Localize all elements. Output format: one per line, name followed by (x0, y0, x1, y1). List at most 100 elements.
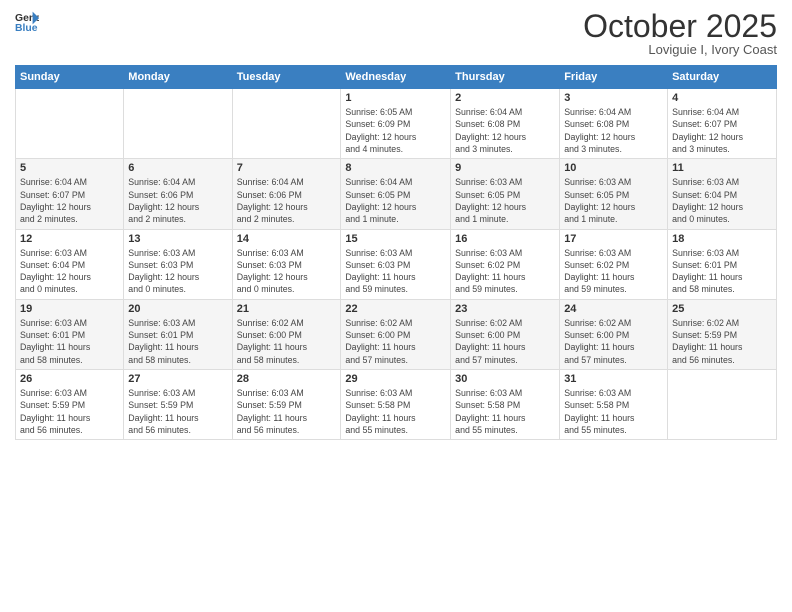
calendar-cell: 7Sunrise: 6:04 AM Sunset: 6:06 PM Daylig… (232, 159, 341, 229)
day-number: 17 (564, 233, 663, 245)
day-detail: Sunrise: 6:03 AM Sunset: 6:05 PM Dayligh… (455, 176, 555, 225)
calendar-cell: 21Sunrise: 6:02 AM Sunset: 6:00 PM Dayli… (232, 299, 341, 369)
calendar-cell: 28Sunrise: 6:03 AM Sunset: 5:59 PM Dayli… (232, 370, 341, 440)
calendar-cell: 29 Sunrise: 6:03 AM Sunset: 5:58 PM Dayli… (341, 370, 451, 440)
calendar-cell: 14 Sunrise: 6:03 AM Sunset: 6:03 PM Dayli… (232, 229, 341, 299)
day-detail: Sunrise: 6:04 AM Sunset: 6:07 PM Dayligh… (672, 106, 772, 155)
day-header-friday: Friday (560, 66, 668, 89)
calendar-week-row: 12 Sunrise: 6:03 AM Sunset: 6:04 PM Dayli… (16, 229, 777, 299)
calendar-header-row: SundayMondayTuesdayWednesdayThursdayFrid… (16, 66, 777, 89)
day-number: 18 (672, 233, 772, 245)
calendar-cell: 30 Sunrise: 6:03 AM Sunset: 5:58 PM Dayli… (451, 370, 560, 440)
day-header-saturday: Saturday (668, 66, 777, 89)
day-number: 25 (672, 303, 772, 315)
calendar-cell: 25 Sunrise: 6:02 AM Sunset: 5:59 PM Dayli… (668, 299, 777, 369)
calendar: SundayMondayTuesdayWednesdayThursdayFrid… (15, 65, 777, 440)
day-number: 14 (237, 233, 337, 245)
day-number: 19 (20, 303, 119, 315)
day-number: 30 (455, 373, 555, 385)
calendar-cell (124, 89, 232, 159)
day-number: 26 (20, 373, 119, 385)
day-detail: Sunrise: 6:03 AM Sunset: 6:04 PM Dayligh… (20, 247, 119, 296)
day-header-tuesday: Tuesday (232, 66, 341, 89)
page-header: General Blue October 2025 Loviguie I, Iv… (15, 10, 777, 57)
day-number: 8 (345, 162, 446, 174)
calendar-cell: 24 Sunrise: 6:02 AM Sunset: 6:00 PM Dayli… (560, 299, 668, 369)
calendar-cell: 18 Sunrise: 6:03 AM Sunset: 6:01 PM Dayli… (668, 229, 777, 299)
day-number: 9 (455, 162, 555, 174)
day-number: 16 (455, 233, 555, 245)
day-number: 15 (345, 233, 446, 245)
day-detail: Sunrise: 6:02 AM Sunset: 6:00 PM Dayligh… (564, 317, 663, 366)
day-number: 29 (345, 373, 446, 385)
day-detail: Sunrise: 6:03 AM Sunset: 6:05 PM Dayligh… (564, 176, 663, 225)
day-header-sunday: Sunday (16, 66, 124, 89)
day-header-thursday: Thursday (451, 66, 560, 89)
day-detail: Sunrise: 6:03 AM Sunset: 5:59 PM Dayligh… (237, 387, 337, 436)
day-number: 23 (455, 303, 555, 315)
day-number: 13 (128, 233, 227, 245)
day-detail: Sunrise: 6:03 AM Sunset: 6:01 PM Dayligh… (672, 247, 772, 296)
logo-icon: General Blue (15, 10, 39, 34)
day-number: 27 (128, 373, 227, 385)
day-number: 1 (345, 92, 446, 104)
day-number: 24 (564, 303, 663, 315)
day-detail: Sunrise: 6:03 AM Sunset: 6:04 PM Dayligh… (672, 176, 772, 225)
day-detail: Sunrise: 6:03 AM Sunset: 5:58 PM Dayligh… (345, 387, 446, 436)
day-number: 10 (564, 162, 663, 174)
day-detail: Sunrise: 6:03 AM Sunset: 5:58 PM Dayligh… (564, 387, 663, 436)
calendar-cell: 26Sunrise: 6:03 AM Sunset: 5:59 PM Dayli… (16, 370, 124, 440)
calendar-cell: 27 Sunrise: 6:03 AM Sunset: 5:59 PM Dayli… (124, 370, 232, 440)
calendar-cell: 22 Sunrise: 6:02 AM Sunset: 6:00 PM Dayli… (341, 299, 451, 369)
day-detail: Sunrise: 6:03 AM Sunset: 6:01 PM Dayligh… (20, 317, 119, 366)
calendar-cell: 3 Sunrise: 6:04 AM Sunset: 6:08 PM Daylig… (560, 89, 668, 159)
calendar-cell: 13Sunrise: 6:03 AM Sunset: 6:03 PM Dayli… (124, 229, 232, 299)
day-number: 20 (128, 303, 227, 315)
title-block: October 2025 Loviguie I, Ivory Coast (583, 10, 777, 57)
day-detail: Sunrise: 6:03 AM Sunset: 6:02 PM Dayligh… (455, 247, 555, 296)
day-number: 2 (455, 92, 555, 104)
day-number: 6 (128, 162, 227, 174)
month-title: October 2025 (583, 10, 777, 42)
calendar-week-row: 5Sunrise: 6:04 AM Sunset: 6:07 PM Daylig… (16, 159, 777, 229)
day-number: 12 (20, 233, 119, 245)
day-number: 3 (564, 92, 663, 104)
day-number: 21 (237, 303, 337, 315)
calendar-cell: 1 Sunrise: 6:05 AM Sunset: 6:09 PM Daylig… (341, 89, 451, 159)
day-detail: Sunrise: 6:05 AM Sunset: 6:09 PM Dayligh… (345, 106, 446, 155)
calendar-week-row: 26 Sunrise: 6:03 AM Sunset: 5:59 PM Dayli… (16, 370, 777, 440)
calendar-cell: 15 Sunrise: 6:03 AM Sunset: 6:03 PM Dayli… (341, 229, 451, 299)
calendar-week-row: 1 Sunrise: 6:05 AM Sunset: 6:09 PM Daylig… (16, 89, 777, 159)
day-number: 22 (345, 303, 446, 315)
day-detail: Sunrise: 6:02 AM Sunset: 5:59 PM Dayligh… (672, 317, 772, 366)
calendar-cell (16, 89, 124, 159)
logo: General Blue (15, 10, 39, 34)
calendar-cell (232, 89, 341, 159)
calendar-cell: 12 Sunrise: 6:03 AM Sunset: 6:04 PM Dayli… (16, 229, 124, 299)
calendar-cell: 11Sunrise: 6:03 AM Sunset: 6:04 PM Dayli… (668, 159, 777, 229)
day-detail: Sunrise: 6:04 AM Sunset: 6:06 PM Dayligh… (128, 176, 227, 225)
calendar-cell: 23Sunrise: 6:02 AM Sunset: 6:00 PM Dayli… (451, 299, 560, 369)
day-detail: Sunrise: 6:03 AM Sunset: 6:03 PM Dayligh… (345, 247, 446, 296)
calendar-cell: 5Sunrise: 6:04 AM Sunset: 6:07 PM Daylig… (16, 159, 124, 229)
day-detail: Sunrise: 6:04 AM Sunset: 6:08 PM Dayligh… (455, 106, 555, 155)
calendar-cell: 16 Sunrise: 6:03 AM Sunset: 6:02 PM Dayli… (451, 229, 560, 299)
calendar-cell: 20 Sunrise: 6:03 AM Sunset: 6:01 PM Dayli… (124, 299, 232, 369)
day-detail: Sunrise: 6:04 AM Sunset: 6:05 PM Dayligh… (345, 176, 446, 225)
calendar-cell: 31 Sunrise: 6:03 AM Sunset: 5:58 PM Dayli… (560, 370, 668, 440)
day-detail: Sunrise: 6:04 AM Sunset: 6:08 PM Dayligh… (564, 106, 663, 155)
day-detail: Sunrise: 6:03 AM Sunset: 5:58 PM Dayligh… (455, 387, 555, 436)
day-detail: Sunrise: 6:03 AM Sunset: 5:59 PM Dayligh… (128, 387, 227, 436)
calendar-cell: 4Sunrise: 6:04 AM Sunset: 6:07 PM Daylig… (668, 89, 777, 159)
day-detail: Sunrise: 6:02 AM Sunset: 6:00 PM Dayligh… (345, 317, 446, 366)
calendar-cell: 9 Sunrise: 6:03 AM Sunset: 6:05 PM Daylig… (451, 159, 560, 229)
day-detail: Sunrise: 6:03 AM Sunset: 6:01 PM Dayligh… (128, 317, 227, 366)
day-detail: Sunrise: 6:03 AM Sunset: 6:03 PM Dayligh… (237, 247, 337, 296)
calendar-cell: 19 Sunrise: 6:03 AM Sunset: 6:01 PM Dayli… (16, 299, 124, 369)
calendar-cell: 6 Sunrise: 6:04 AM Sunset: 6:06 PM Daylig… (124, 159, 232, 229)
day-number: 31 (564, 373, 663, 385)
calendar-cell: 10 Sunrise: 6:03 AM Sunset: 6:05 PM Dayli… (560, 159, 668, 229)
svg-text:Blue: Blue (15, 23, 38, 34)
calendar-cell: 17Sunrise: 6:03 AM Sunset: 6:02 PM Dayli… (560, 229, 668, 299)
location: Loviguie I, Ivory Coast (583, 42, 777, 57)
